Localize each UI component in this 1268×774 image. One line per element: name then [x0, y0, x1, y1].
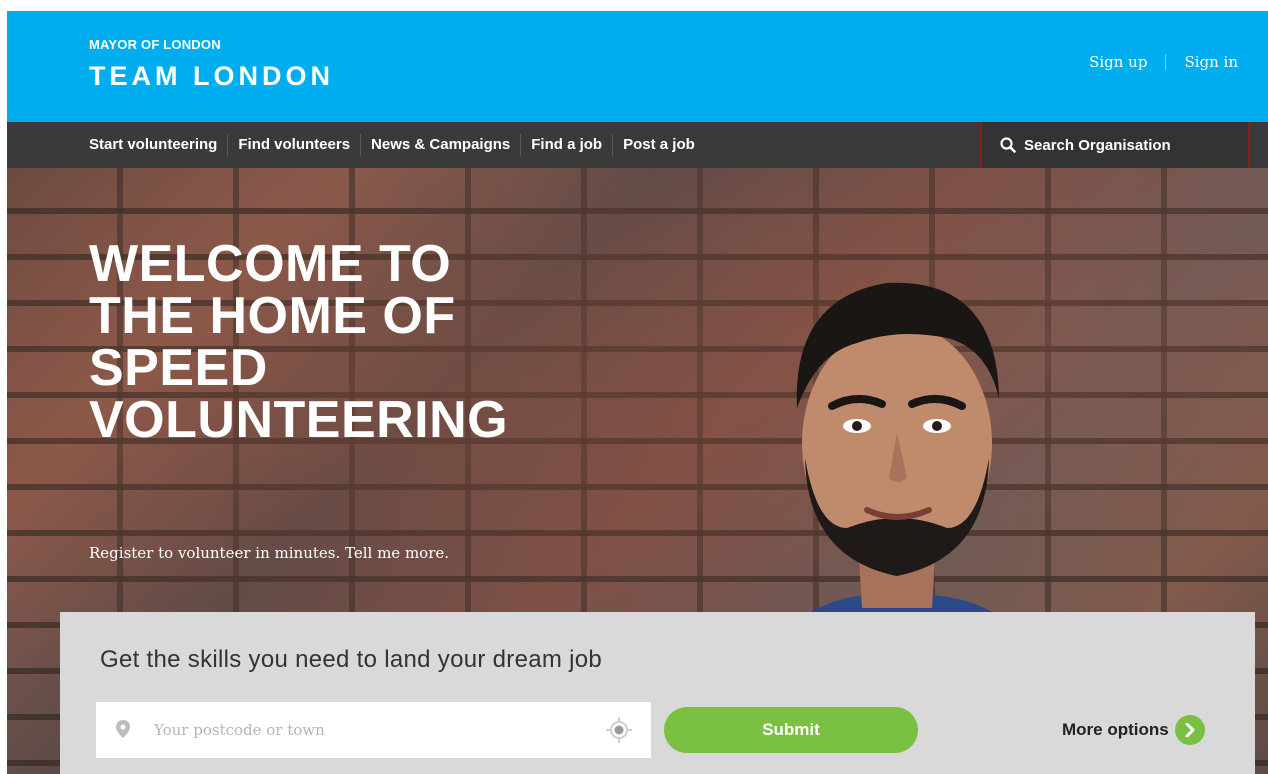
nav-item-find-volunteers[interactable]: Find volunteers — [227, 134, 360, 156]
search-organisation-button[interactable]: Search Organisation — [980, 122, 1250, 168]
location-field[interactable] — [96, 702, 651, 758]
hero-title-line: VOLUNTEERING — [89, 391, 509, 449]
page-frame: MAYOR OF LONDON TEAM LONDON Sign up Sign… — [7, 11, 1268, 774]
main-nav: Start volunteering Find volunteers News … — [7, 122, 1268, 168]
more-options-link[interactable]: More options — [1062, 715, 1205, 745]
hero-subtitle: Register to volunteer in minutes. Tell m… — [89, 544, 449, 562]
crosshair-locate-icon[interactable] — [605, 716, 633, 744]
hero-title-line: THE HOME OF — [89, 287, 456, 345]
nav-item-find-a-job[interactable]: Find a job — [520, 134, 612, 156]
sign-in-link[interactable]: Sign in — [1184, 53, 1238, 71]
auth-divider — [1165, 54, 1167, 70]
search-organisation-label: Search Organisation — [1024, 136, 1171, 154]
hero-title-line: SPEED — [89, 339, 268, 397]
auth-links: Sign up Sign in — [1089, 53, 1238, 71]
register-tell-me-more-link[interactable]: Register to volunteer in minutes. Tell m… — [89, 544, 449, 562]
hero-banner: WELCOME TO THE HOME OF SPEED VOLUNTEERIN… — [7, 168, 1268, 774]
hero-title-line: WELCOME TO — [89, 235, 452, 293]
nav-item-post-a-job[interactable]: Post a job — [612, 134, 705, 156]
nav-item-news-campaigns[interactable]: News & Campaigns — [360, 134, 520, 156]
sign-up-link[interactable]: Sign up — [1089, 53, 1147, 71]
nav-item-start-volunteering[interactable]: Start volunteering — [79, 134, 227, 156]
brand-mayor-of-london[interactable]: MAYOR OF LONDON — [89, 37, 221, 52]
chevron-right-circle-icon — [1174, 715, 1205, 745]
map-pin-icon — [116, 720, 130, 738]
submit-button[interactable]: Submit — [664, 707, 918, 753]
more-options-label: More options — [1062, 720, 1169, 739]
nav-items: Start volunteering Find volunteers News … — [79, 122, 705, 168]
hero-title: WELCOME TO THE HOME OF SPEED VOLUNTEERIN… — [89, 238, 649, 446]
site-header: MAYOR OF LONDON TEAM LONDON Sign up Sign… — [7, 11, 1268, 122]
job-search-panel: Get the skills you need to land your dre… — [60, 612, 1255, 774]
brand-team-london-logo[interactable]: TEAM LONDON — [89, 61, 334, 92]
postcode-town-input[interactable] — [154, 702, 584, 758]
search-icon — [1000, 137, 1016, 153]
job-search-heading: Get the skills you need to land your dre… — [100, 646, 603, 673]
